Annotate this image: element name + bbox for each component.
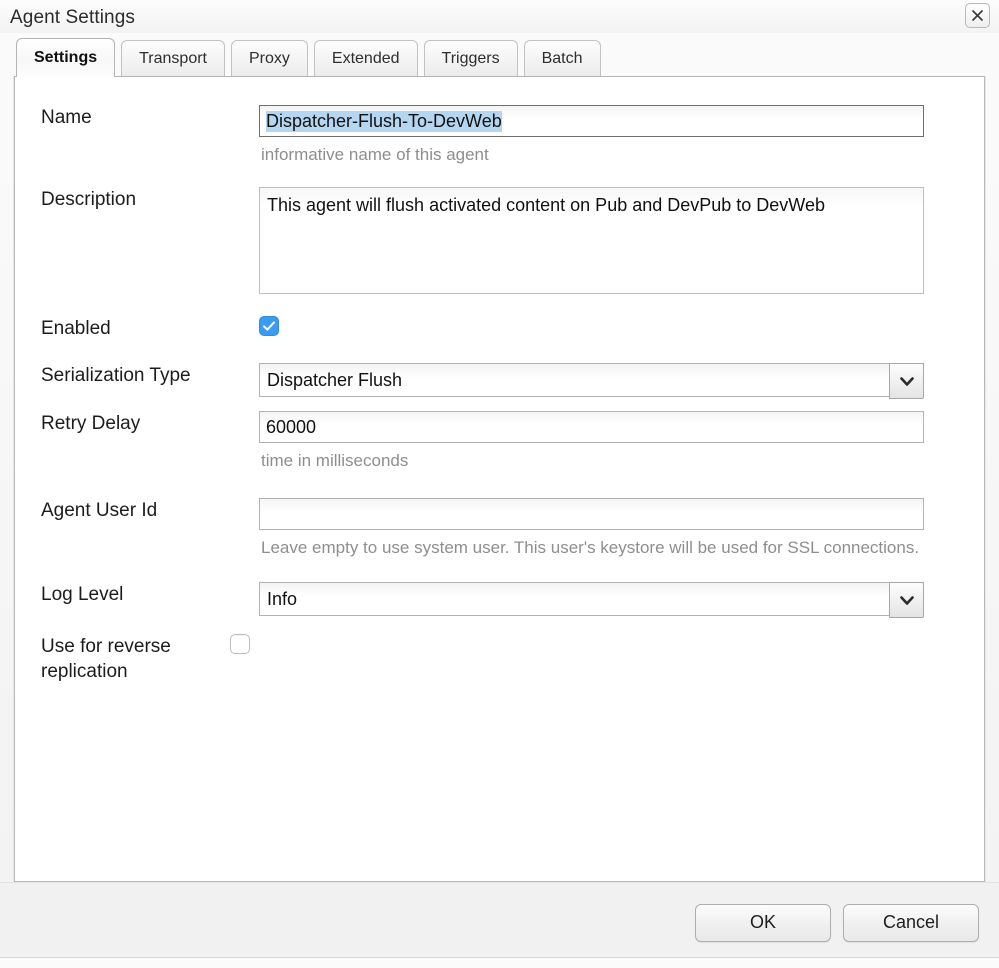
tab-triggers[interactable]: Triggers [423, 40, 518, 76]
dialog-footer: OK Cancel [0, 882, 999, 968]
settings-tab-panel: Name Dispatcher-Flush-To-DevWeb informat… [14, 76, 985, 882]
row-name: Name Dispatcher-Flush-To-DevWeb [15, 105, 984, 137]
row-reverse-replication: Use for reverse replication [15, 634, 984, 684]
row-log-level: Log Level Info [15, 582, 984, 618]
agent-user-id-label: Agent User Id [41, 500, 158, 521]
row-enabled: Enabled [15, 316, 984, 342]
name-help-text: informative name of this agent [261, 145, 489, 164]
tab-panel-wrap: Name Dispatcher-Flush-To-DevWeb informat… [0, 76, 999, 882]
tab-batch[interactable]: Batch [523, 40, 601, 76]
tab-proxy[interactable]: Proxy [231, 40, 308, 76]
serialization-type-select[interactable]: Dispatcher Flush [259, 363, 924, 399]
tab-transport[interactable]: Transport [121, 40, 225, 76]
serialization-type-label: Serialization Type [41, 365, 191, 386]
name-input-value: Dispatcher-Flush-To-DevWeb [266, 110, 502, 132]
reverse-replication-label: Use for reverse replication [41, 636, 171, 682]
log-level-select[interactable]: Info [259, 582, 924, 618]
chevron-down-icon[interactable] [889, 363, 924, 399]
name-label: Name [41, 107, 92, 128]
name-field-wrap: Dispatcher-Flush-To-DevWeb [259, 105, 984, 137]
retry-delay-input[interactable] [259, 411, 924, 443]
log-level-value: Info [267, 589, 298, 609]
dialog-title: Agent Settings [10, 7, 135, 28]
retry-delay-help-text: time in milliseconds [261, 451, 409, 470]
retry-delay-label: Retry Delay [41, 413, 141, 434]
cancel-button[interactable]: Cancel [843, 903, 979, 942]
check-icon [263, 321, 275, 331]
retry-delay-field-wrap [259, 411, 984, 443]
tab-settings[interactable]: Settings [16, 38, 116, 77]
tab-triggers-label: Triggers [441, 49, 500, 67]
tab-proxy-label: Proxy [249, 49, 290, 67]
agent-settings-dialog: Agent Settings Settings Transport Proxy … [0, 0, 999, 968]
row-description: Description [15, 187, 984, 294]
tab-extended[interactable]: Extended [313, 40, 418, 76]
dialog-titlebar: Agent Settings [0, 0, 999, 33]
enabled-checkbox[interactable] [259, 316, 279, 336]
tab-transport-label: Transport [139, 49, 207, 67]
agent-user-id-field-wrap [259, 498, 984, 530]
window-bottom-edge [0, 957, 999, 968]
enabled-label: Enabled [41, 318, 111, 339]
description-label: Description [41, 189, 137, 210]
tab-settings-label: Settings [34, 49, 98, 66]
description-textarea[interactable] [259, 187, 924, 294]
reverse-replication-field-wrap [230, 634, 984, 654]
row-agent-user-id: Agent User Id [15, 498, 984, 530]
serialization-type-value: Dispatcher Flush [267, 370, 403, 390]
reverse-replication-checkbox[interactable] [230, 634, 250, 654]
name-input[interactable]: Dispatcher-Flush-To-DevWeb [259, 105, 924, 137]
row-serialization-type: Serialization Type Dispatcher Flush [15, 363, 984, 399]
ok-button[interactable]: OK [695, 903, 831, 942]
agent-user-id-input[interactable] [259, 498, 924, 530]
tab-extended-label: Extended [331, 49, 400, 67]
enabled-field-wrap [259, 316, 984, 336]
chevron-down-icon[interactable] [889, 582, 924, 618]
description-field-wrap [259, 187, 984, 294]
row-retry-delay: Retry Delay [15, 411, 984, 443]
agent-user-id-help-text: Leave empty to use system user. This use… [261, 538, 920, 557]
tab-batch-label: Batch [541, 49, 583, 67]
close-icon[interactable] [965, 3, 990, 28]
settings-form: Name Dispatcher-Flush-To-DevWeb informat… [15, 77, 984, 684]
serialization-type-field-wrap: Dispatcher Flush [259, 363, 984, 399]
tab-bar: Settings Transport Proxy Extended Trigge… [0, 33, 999, 77]
log-level-label: Log Level [41, 584, 124, 605]
log-level-field-wrap: Info [259, 582, 984, 618]
